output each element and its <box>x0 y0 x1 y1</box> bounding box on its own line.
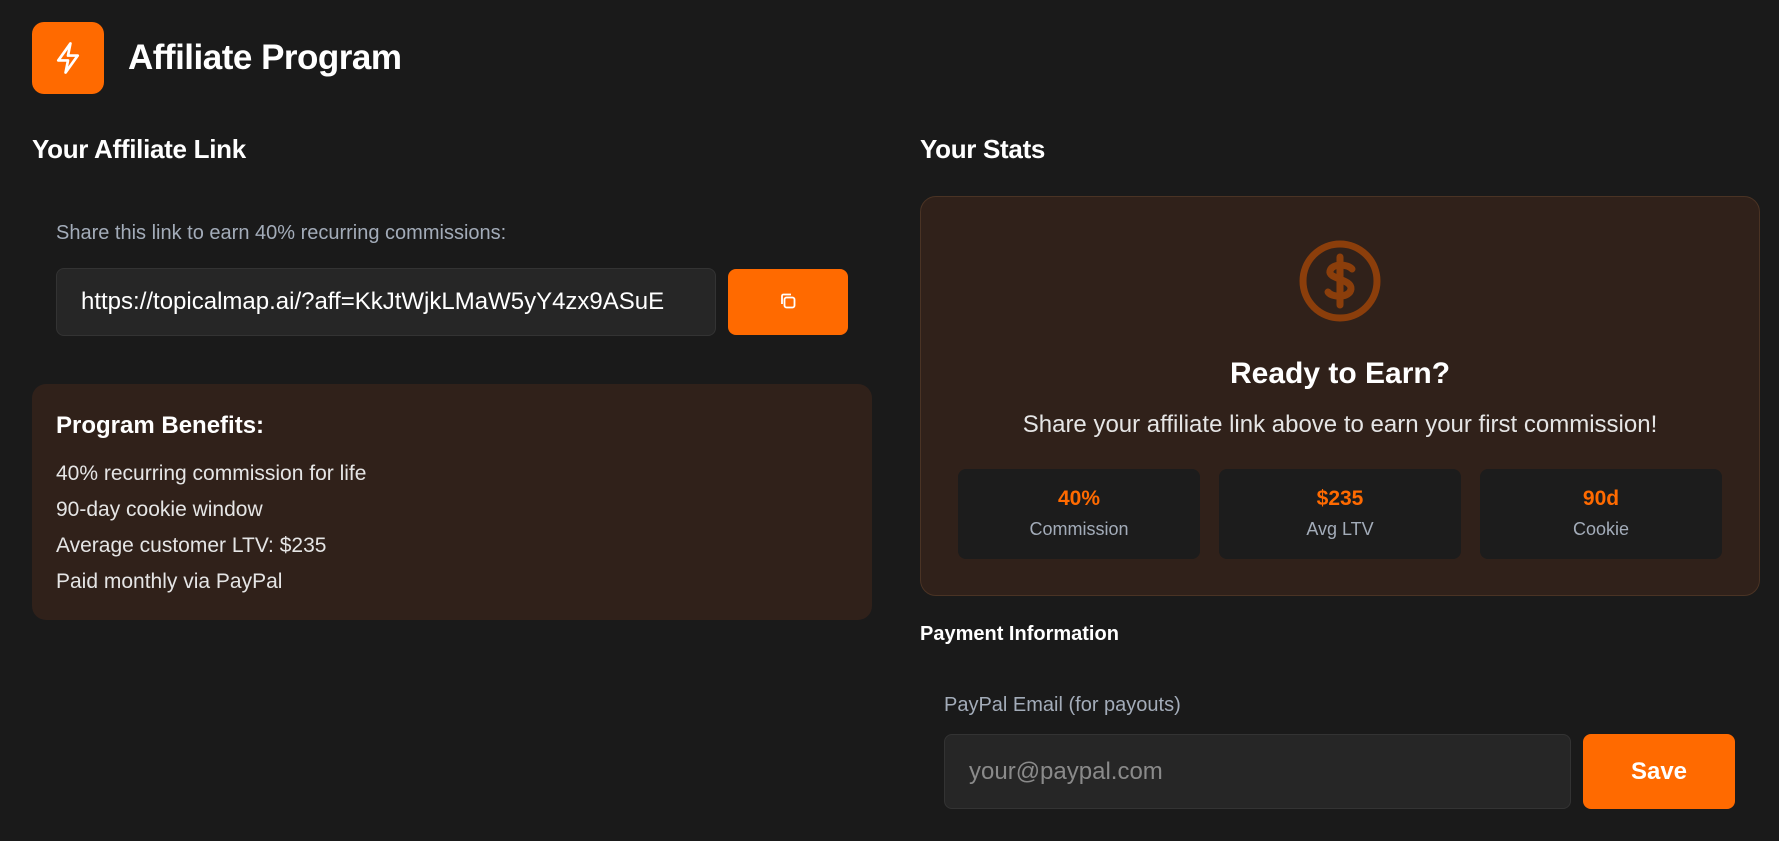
stat-value: $235 <box>1316 487 1364 510</box>
ready-to-earn-title: Ready to Earn? <box>1229 357 1451 390</box>
paypal-email-field[interactable] <box>944 734 1571 809</box>
benefit-item: 40% recurring commission for life <box>56 462 367 485</box>
stats-heading: Your Stats <box>920 134 1046 164</box>
stat-value: 40% <box>1057 487 1101 510</box>
benefit-item: Paid monthly via PayPal <box>56 570 283 593</box>
stat-cookie: 90d Cookie <box>1480 469 1722 559</box>
affiliate-link-heading: Your Affiliate Link <box>32 134 246 164</box>
page-header: Affiliate Program <box>32 22 402 94</box>
benefits-title: Program Benefits: <box>56 412 265 439</box>
stats-card: Ready to Earn? Share your affiliate link… <box>920 196 1760 596</box>
dollar-circle-icon <box>1298 239 1382 328</box>
lightning-bolt-icon <box>32 22 104 94</box>
save-button[interactable]: Save <box>1583 734 1735 809</box>
ready-to-earn-subtext: Share your affiliate link above to earn … <box>1022 411 1658 438</box>
share-link-label: Share this link to earn 40% recurring co… <box>56 222 507 244</box>
stat-commission: 40% Commission <box>958 469 1200 559</box>
stat-label: Cookie <box>1572 519 1630 539</box>
stat-avg-ltv: $235 Avg LTV <box>1219 469 1461 559</box>
payment-information-heading: Payment Information <box>920 623 1119 645</box>
stat-value: 90d <box>1582 487 1620 510</box>
program-benefits-card: Program Benefits: 40% recurring commissi… <box>32 384 872 620</box>
page-title: Affiliate Program <box>128 38 402 77</box>
benefit-item: 90-day cookie window <box>56 498 263 521</box>
copy-link-button[interactable] <box>728 269 848 335</box>
stat-label: Commission <box>1029 519 1129 539</box>
affiliate-link-field[interactable] <box>56 268 716 336</box>
copy-icon <box>779 292 797 313</box>
stat-label: Avg LTV <box>1306 519 1374 539</box>
paypal-email-label: PayPal Email (for payouts) <box>944 694 1181 716</box>
benefit-item: Average customer LTV: $235 <box>56 534 327 557</box>
